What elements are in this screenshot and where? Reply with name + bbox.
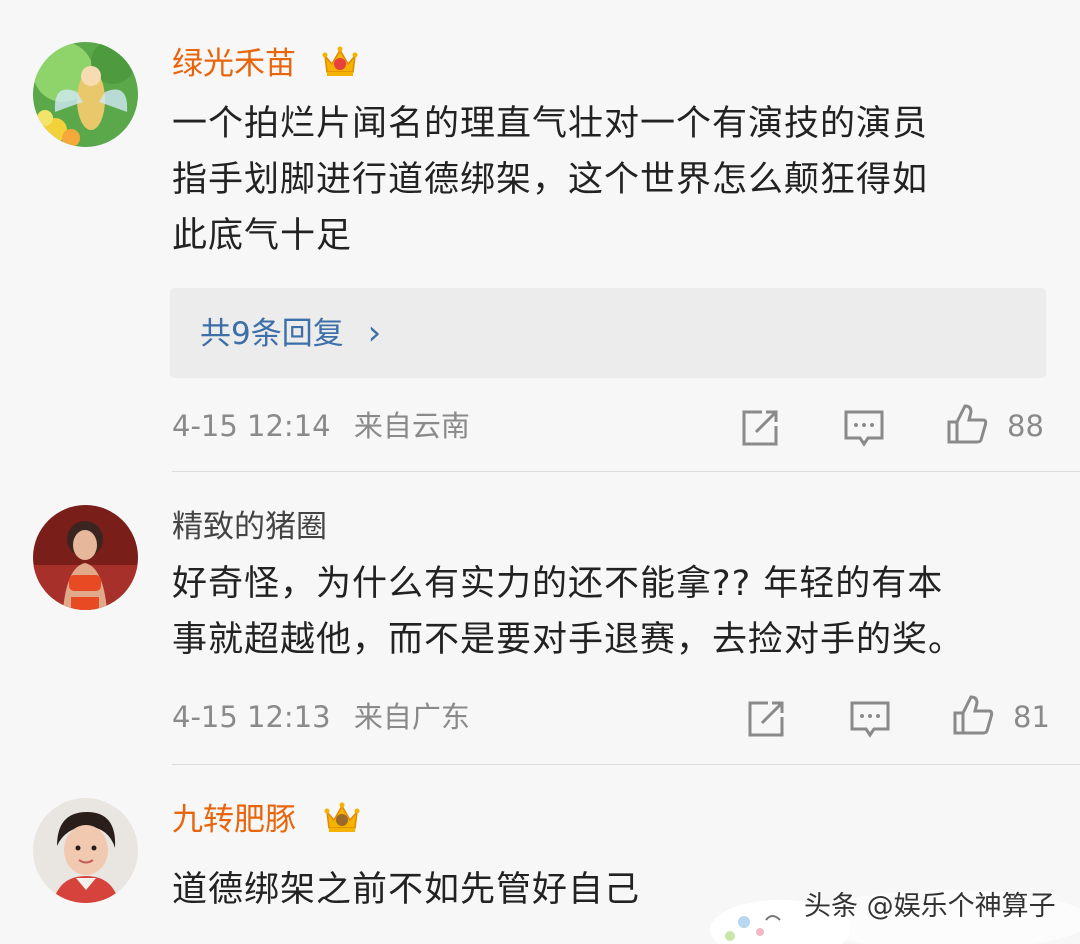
username[interactable]: 绿光禾苗 [172, 44, 296, 84]
comment-timestamp: 4-15 12:14 [172, 409, 331, 443]
comment-location: 来自广东 [353, 700, 470, 734]
comment-text-line: 指手划脚进行道德绑架，这个世界怎么颠狂得如 [172, 160, 929, 200]
comment-text: 一个拍烂片闻名的理直气壮对一个有演技的演员 指手划脚进行道德绑架，这个世界怎么颠… [172, 96, 1052, 264]
comment-icon[interactable] [848, 697, 892, 741]
avatar-image [33, 798, 138, 903]
watermark-text: 头条 @娱乐个神算子 [804, 891, 1056, 922]
comment-text-line: 好奇怪，为什么有实力的还不能拿?? 年轻的有本 [172, 564, 944, 604]
like-count: 88 [1007, 409, 1044, 443]
comment-timestamp: 4-15 12:13 [172, 700, 331, 734]
comment-text: 好奇怪，为什么有实力的还不能拿?? 年轻的有本 事就超越他，而不是要对手退赛，去… [172, 556, 1052, 668]
avatar[interactable] [33, 505, 138, 610]
comment-icon[interactable] [842, 406, 886, 450]
comment-text-line: 此底气十足 [172, 216, 353, 256]
comment-location: 来自云南 [353, 409, 470, 443]
view-replies-link[interactable]: 共9条回复 › [200, 311, 381, 356]
comment-meta: 4-15 12:14 来自云南 [172, 406, 470, 446]
comment-text-line: 事就超越他，而不是要对手退赛，去捡对手的奖。 [172, 620, 965, 660]
divider [172, 764, 1080, 765]
like-count: 81 [1013, 700, 1050, 734]
avatar-image [33, 42, 138, 147]
avatar-image [33, 505, 138, 610]
repost-icon[interactable] [744, 697, 788, 741]
repost-icon[interactable] [738, 406, 782, 450]
username[interactable]: 九转肥豚 [172, 800, 296, 840]
replies-count-label: 共9条回复 [200, 316, 344, 352]
divider [172, 471, 1080, 472]
comment-text-line: 一个拍烂片闻名的理直气壮对一个有演技的演员 [172, 104, 929, 144]
thumbs-up-icon [947, 404, 988, 444]
chevron-right-icon: › [367, 313, 382, 353]
crown-icon [322, 46, 358, 76]
crown-icon [324, 802, 360, 832]
avatar[interactable] [33, 42, 138, 147]
replies-box[interactable]: 共9条回复 › [170, 288, 1046, 378]
thumbs-up-icon [953, 695, 994, 735]
username[interactable]: 精致的猪圈 [172, 507, 327, 547]
avatar[interactable] [33, 798, 138, 903]
comment-meta: 4-15 12:13 来自广东 [172, 697, 470, 737]
